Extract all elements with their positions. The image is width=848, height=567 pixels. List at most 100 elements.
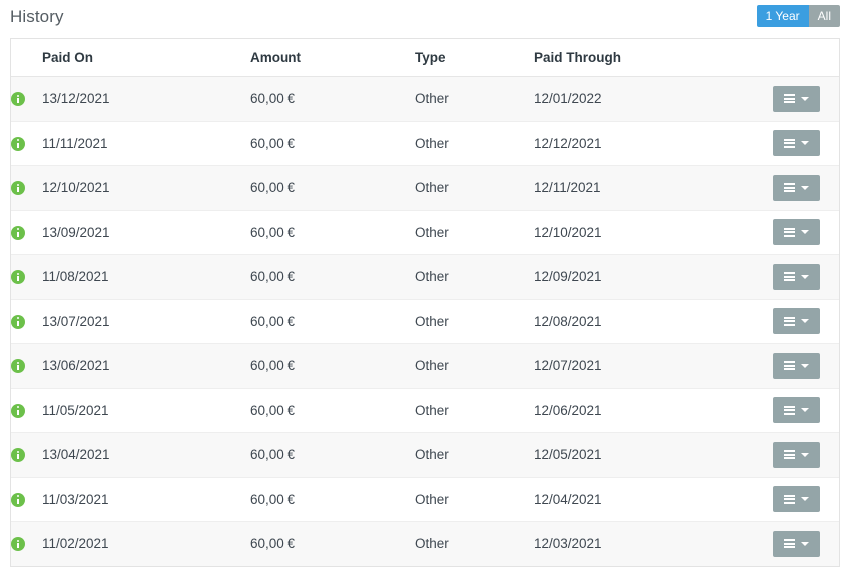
status-cell xyxy=(11,210,42,255)
actions-cell xyxy=(773,299,839,344)
row-actions-button[interactable] xyxy=(773,85,820,112)
table-row: 11/05/2021 60,00 € Other 12/06/2021 xyxy=(11,388,839,433)
paid-on-cell: 13/04/2021 xyxy=(42,432,250,478)
column-header-type: Type xyxy=(415,39,534,77)
row-actions-button[interactable] xyxy=(773,352,820,379)
amount-cell: 60,00 € xyxy=(250,76,415,122)
chevron-down-icon xyxy=(801,230,809,235)
paid-on-cell: 13/12/2021 xyxy=(42,76,250,122)
type-cell: Other xyxy=(415,343,534,389)
amount-cell: 60,00 € xyxy=(250,388,415,433)
info-circle-icon[interactable] xyxy=(11,314,25,329)
info-circle-icon[interactable] xyxy=(11,92,25,107)
chevron-down-icon xyxy=(801,497,809,502)
history-table: Paid On Amount Type Paid Through 13/12/2… xyxy=(11,39,839,566)
row-actions-button[interactable] xyxy=(773,308,820,335)
type-cell: Other xyxy=(415,121,534,166)
hamburger-menu-icon xyxy=(784,539,795,549)
status-cell xyxy=(11,254,42,300)
hamburger-menu-icon xyxy=(784,316,795,326)
info-circle-icon[interactable] xyxy=(11,403,25,418)
amount-cell: 60,00 € xyxy=(250,165,415,211)
paid-on-cell: 13/06/2021 xyxy=(42,343,250,389)
actions-cell xyxy=(773,388,839,433)
row-actions-button[interactable] xyxy=(773,130,820,157)
table-row: 12/10/2021 60,00 € Other 12/11/2021 xyxy=(11,165,839,211)
type-cell: Other xyxy=(415,432,534,478)
row-actions-button[interactable] xyxy=(773,263,820,290)
row-actions-button[interactable] xyxy=(773,441,820,468)
hamburger-menu-icon xyxy=(784,94,795,104)
amount-cell: 60,00 € xyxy=(250,343,415,389)
actions-cell xyxy=(773,210,839,255)
chevron-down-icon xyxy=(801,274,809,279)
type-cell: Other xyxy=(415,165,534,211)
paid-on-cell: 12/10/2021 xyxy=(42,165,250,211)
column-header-paid-through: Paid Through xyxy=(534,39,773,77)
column-header-amount: Amount xyxy=(250,39,415,77)
paid-through-cell: 12/06/2021 xyxy=(534,388,773,433)
paid-through-cell: 12/04/2021 xyxy=(534,477,773,522)
paid-through-cell: 12/12/2021 xyxy=(534,121,773,166)
actions-cell xyxy=(773,432,839,478)
status-cell xyxy=(11,121,42,166)
range-button-all[interactable]: All xyxy=(808,5,840,27)
amount-cell: 60,00 € xyxy=(250,210,415,255)
column-header-actions xyxy=(773,39,839,77)
type-cell: Other xyxy=(415,254,534,300)
table-row: 13/06/2021 60,00 € Other 12/07/2021 xyxy=(11,343,839,389)
actions-cell xyxy=(773,121,839,166)
panel-header: History 1 Year All xyxy=(0,0,848,32)
type-cell: Other xyxy=(415,536,449,552)
type-cell: Other xyxy=(415,388,534,433)
hamburger-menu-icon xyxy=(784,272,795,282)
info-circle-icon[interactable] xyxy=(11,225,25,240)
status-cell xyxy=(11,388,42,433)
actions-cell xyxy=(773,76,839,122)
status-cell xyxy=(11,165,42,211)
info-circle-icon[interactable] xyxy=(11,270,25,285)
table-row: 11/02/2021 60,00 € Other 12/03/2021 xyxy=(11,521,839,566)
info-circle-icon[interactable] xyxy=(11,359,25,374)
status-cell xyxy=(11,432,42,478)
paid-through-cell: 12/08/2021 xyxy=(534,299,773,344)
row-actions-button[interactable] xyxy=(773,219,820,246)
chevron-down-icon xyxy=(801,319,809,324)
range-toggle-group: 1 Year All xyxy=(756,5,840,27)
info-circle-icon[interactable] xyxy=(11,537,25,552)
row-actions-button[interactable] xyxy=(773,530,820,557)
table-header: Paid On Amount Type Paid Through xyxy=(11,39,839,77)
type-cell: Other xyxy=(415,76,534,122)
hamburger-menu-icon xyxy=(784,227,795,237)
paid-on-cell: 13/07/2021 xyxy=(42,299,250,344)
chevron-down-icon xyxy=(801,541,809,546)
paid-on-cell: 11/08/2021 xyxy=(42,254,250,300)
info-circle-icon[interactable] xyxy=(11,492,25,507)
info-circle-icon[interactable] xyxy=(11,136,25,151)
status-cell xyxy=(11,522,42,566)
paid-on-cell: 13/09/2021 xyxy=(42,210,250,255)
hamburger-menu-icon xyxy=(784,494,795,504)
amount-cell: 60,00 € xyxy=(250,121,415,166)
info-circle-icon[interactable] xyxy=(11,448,25,463)
hamburger-menu-icon xyxy=(784,450,795,460)
paid-through-cell: 12/09/2021 xyxy=(534,254,773,300)
history-table-container: Paid On Amount Type Paid Through 13/12/2… xyxy=(10,38,840,567)
row-actions-button[interactable] xyxy=(773,397,820,424)
row-actions-button[interactable] xyxy=(773,486,820,513)
table-row: 11/11/2021 60,00 € Other 12/12/2021 xyxy=(11,121,839,166)
info-circle-icon[interactable] xyxy=(11,181,25,196)
actions-cell xyxy=(773,477,839,522)
table-row: 13/07/2021 60,00 € Other 12/08/2021 xyxy=(11,299,839,344)
range-button-1-year[interactable]: 1 Year xyxy=(756,5,809,27)
row-actions-button[interactable] xyxy=(773,174,820,201)
paid-through-cell: 12/11/2021 xyxy=(534,165,773,211)
hamburger-menu-icon xyxy=(784,183,795,193)
column-header-paid-on: Paid On xyxy=(42,39,250,77)
chevron-down-icon xyxy=(801,185,809,190)
chevron-down-icon xyxy=(801,363,809,368)
chevron-down-icon xyxy=(801,96,809,101)
status-cell xyxy=(11,343,42,389)
history-panel: History 1 Year All Paid On Amount Type P… xyxy=(0,0,848,567)
type-cell: Other xyxy=(415,477,534,522)
